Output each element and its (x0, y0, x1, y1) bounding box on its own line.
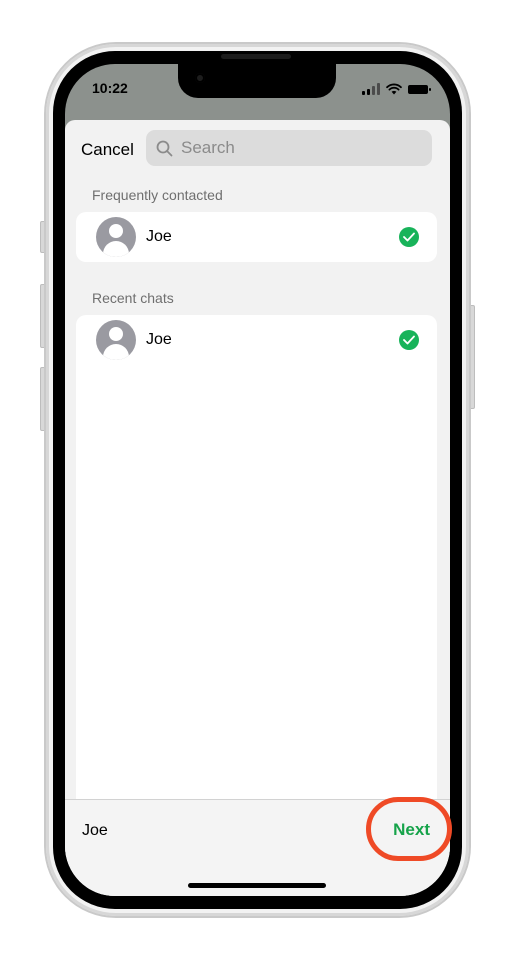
signal-icon (362, 83, 380, 95)
avatar (96, 217, 136, 257)
status-icons (362, 82, 431, 96)
contact-name: Joe (146, 228, 172, 245)
search-icon (156, 140, 173, 156)
highlight-circle (366, 797, 452, 861)
contact-card-frequent: Joe (76, 212, 437, 262)
front-camera (195, 73, 205, 83)
contact-row-recent-joe[interactable]: Joe (96, 320, 172, 360)
battery-icon (408, 84, 431, 94)
share-sheet: Cancel Frequently contacted Joe Recent c… (65, 120, 450, 896)
contact-name: Joe (146, 331, 172, 348)
checkmark-icon[interactable] (399, 227, 419, 247)
search-field[interactable] (146, 130, 432, 166)
contact-row-frequent-joe[interactable]: Joe (96, 217, 172, 257)
checkmark-icon[interactable] (399, 330, 419, 350)
search-input[interactable] (179, 137, 413, 159)
section-title-frequent: Frequently contacted (92, 187, 223, 203)
home-indicator (188, 883, 326, 888)
speaker-grille (221, 54, 291, 59)
cancel-button[interactable]: Cancel (81, 140, 134, 160)
contact-card-recent: Joe (76, 315, 437, 801)
section-title-recent: Recent chats (92, 290, 174, 306)
selected-contacts: Joe (82, 822, 108, 839)
wifi-icon (386, 83, 402, 95)
status-time: 10:22 (92, 80, 128, 96)
phone-screen: 10:22 Cancel Frequently contacted Joe (65, 64, 450, 896)
avatar (96, 320, 136, 360)
